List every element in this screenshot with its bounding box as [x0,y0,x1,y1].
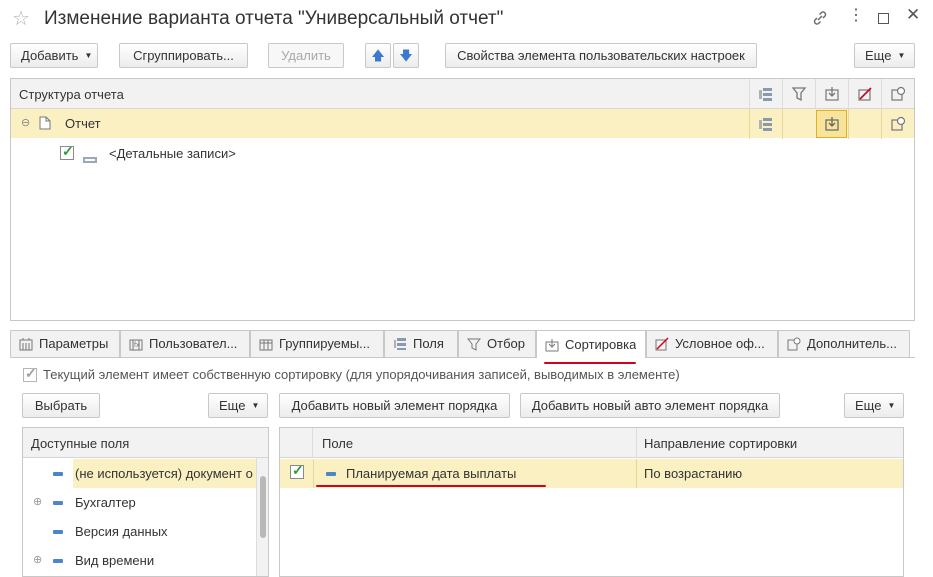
column-conditional-format-icon[interactable] [848,79,881,109]
conditional-format-icon [655,337,669,351]
link-icon[interactable] [812,10,828,30]
order-checkbox-column [280,428,313,458]
column-field-label: Поле [322,436,354,451]
more-left-button[interactable]: Еще ▼ [208,393,268,418]
document-icon [39,116,51,133]
structure-row-details[interactable]: ✓ <Детальные записи> [11,139,914,168]
available-field-item[interactable]: Версия данных [23,517,268,546]
move-up-button[interactable]: 🡅 [365,43,391,68]
field-icon [53,559,63,563]
field-icon [53,472,63,476]
tab-extra-settings[interactable]: Дополнитель... [778,330,910,357]
available-field-item[interactable]: (не используется) документ о [23,459,256,488]
add-auto-order-button[interactable]: Добавить новый авто элемент порядка [520,393,780,418]
available-fields-scrollbar[interactable] [256,458,268,576]
expand-icon[interactable]: ⊕ [33,553,42,566]
details-checkbox[interactable]: ✓ [60,143,74,160]
column-divider [636,428,637,458]
order-row-checkbox[interactable]: ✓ [290,462,304,479]
structure-panel: Структура отчета ⊖ Отчет ✓ <Детальные за… [10,78,915,321]
user-fields-icon: fx [129,339,143,351]
own-sort-checkbox[interactable]: ✓ [23,365,37,382]
available-fields-header-label: Доступные поля [31,436,130,451]
structure-row-label: <Детальные записи> [109,146,236,161]
delete-button[interactable]: Удалить [268,43,344,68]
order-table-header: Поле Направление сортировки [280,428,903,458]
more-button[interactable]: Еще ▼ [854,43,915,68]
row-conditional-format-cell[interactable] [848,109,881,139]
structure-header: Структура отчета [11,79,914,109]
tab-sorting[interactable]: Сортировка [536,330,646,358]
svg-text:fx: fx [134,342,140,349]
move-down-button[interactable]: 🡇 [393,43,419,68]
row-extra-settings-icon[interactable] [881,109,914,139]
available-field-item[interactable]: ⊕ Бухгалтер [23,488,268,517]
row-sort-icon[interactable] [816,110,847,138]
more-right-button[interactable]: Еще ▼ [844,393,904,418]
tab-parameters[interactable]: Параметры [10,330,120,357]
arrow-down-icon: 🡇 [399,48,413,63]
structure-row-label: Отчет [65,116,101,131]
field-highlight-underline [316,485,546,487]
structure-header-label: Структура отчета [19,87,124,102]
row-fields-icon[interactable] [749,109,782,139]
extra-settings-icon [787,337,801,351]
more-vertical-icon[interactable]: ⋮ [848,8,864,24]
available-fields-panel: Доступные поля (не используется) докумен… [22,427,269,577]
column-filter-icon[interactable] [782,79,815,109]
sorting-tab-highlight [544,362,636,364]
order-field-value: Планируемая дата выплаты [346,466,517,481]
available-field-label: Вид времени [75,553,155,568]
available-field-item[interactable]: ⊕ Вид времени [23,546,268,575]
arrow-up-icon: 🡅 [371,48,385,63]
collapse-icon[interactable]: ⊖ [21,116,30,129]
fields-icon [394,338,406,350]
group-records-icon [83,151,97,166]
structure-row-report[interactable]: ⊖ Отчет [11,109,914,139]
row-filter-cell[interactable] [782,109,815,139]
column-direction-label: Направление сортировки [644,436,798,451]
table-row[interactable]: ✓ Планируемая дата выплаты По возрастани… [280,459,903,488]
close-icon[interactable]: ✕ [906,6,920,23]
field-icon [53,530,63,534]
tab-filter[interactable]: Отбор [458,330,536,357]
scrollbar-thumb[interactable] [260,476,266,538]
tab-grouping[interactable]: Группируемы... [250,330,384,357]
available-field-label: Версия данных [75,524,168,539]
field-icon [53,501,63,505]
expand-icon[interactable]: ⊕ [33,495,42,508]
tab-user-fields[interactable]: fx Пользовател... [120,330,250,357]
column-extra-settings-icon[interactable] [881,79,914,109]
cell-divider [636,459,637,488]
tabs-baseline [10,357,915,358]
available-fields-header: Доступные поля [23,428,268,458]
available-field-label: Бухгалтер [75,495,136,510]
field-icon [326,472,336,476]
group-button[interactable]: Сгруппировать... [119,43,248,68]
parameters-icon [19,338,33,351]
maximize-icon[interactable] [878,13,889,24]
select-button[interactable]: Выбрать [22,393,100,418]
properties-button[interactable]: Свойства элемента пользовательских настр… [445,43,757,68]
own-sort-label: Текущий элемент имеет собственную сортир… [43,367,680,382]
column-sort-icon[interactable] [815,79,848,109]
order-direction-value[interactable]: По возрастанию [644,466,742,481]
column-fields-icon[interactable] [749,79,782,109]
sort-icon [545,338,559,351]
add-button[interactable]: Добавить ▼ [10,43,98,68]
window-title: Изменение варианта отчета "Универсальный… [44,8,504,29]
available-field-label: (не используется) документ о [73,459,256,488]
order-table: Поле Направление сортировки ✓ Планируема… [279,427,904,577]
grouping-icon [259,339,273,351]
cell-divider [313,459,314,488]
filter-icon [467,338,481,351]
tab-fields[interactable]: Поля [384,330,458,357]
tab-conditional-format[interactable]: Условное оф... [646,330,778,357]
favorite-star-icon[interactable]: ☆ [12,9,30,29]
add-order-button[interactable]: Добавить новый элемент порядка [279,393,510,418]
